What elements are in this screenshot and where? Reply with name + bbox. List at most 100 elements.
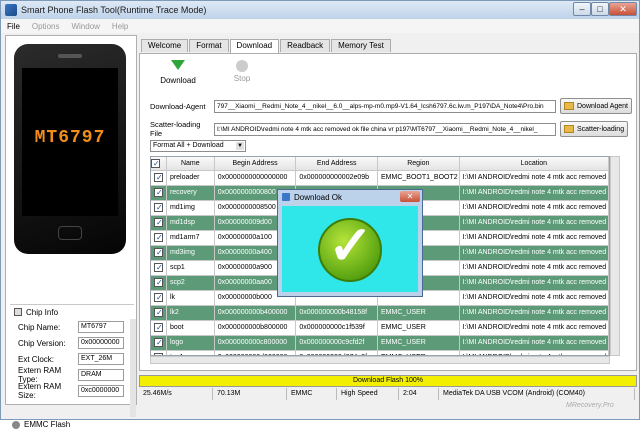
watermark: MRecovery.Pro <box>566 402 614 409</box>
cell-location[interactable]: I:\MI ANDROID\redmi note 4 mtk acc remov… <box>460 276 609 290</box>
tab-bar: Welcome Format Download Readback Memory … <box>141 39 392 53</box>
download-agent-button[interactable]: Download Agent <box>560 98 632 114</box>
table-horizontal-scrollbar[interactable] <box>150 356 610 364</box>
download-agent-field[interactable]: 797__Xiaomi__Redmi_Note_4__nikel__6.0__a… <box>214 99 556 113</box>
menu-window[interactable]: Window <box>65 22 105 31</box>
row-checkbox[interactable] <box>151 201 167 215</box>
cell-begin-address: 0x000000000b400000 <box>215 306 297 320</box>
row-checkbox[interactable] <box>151 276 167 290</box>
status-bar: 25.46M/s 70.13M EMMC High Speed 2:04 Med… <box>139 388 637 400</box>
row-checkbox[interactable] <box>151 336 167 350</box>
cell-region: EMMC_USER <box>378 306 460 320</box>
cell-begin-address: 0x0000000000000000 <box>215 171 297 185</box>
cell-region: EMMC_USER <box>378 336 460 350</box>
dialog-close-button[interactable]: ✕ <box>400 191 420 202</box>
cell-region: EMMC_BOOT1_BOOT2 <box>378 171 460 185</box>
checkmark-icon: ✓ <box>328 216 374 276</box>
cell-location[interactable]: I:\MI ANDROID\redmi note 4 mtk acc remov… <box>460 261 609 275</box>
chip-info-panel: Chip Info Chip Name: MT6797 Chip Version: 0… <box>10 304 136 417</box>
col-name[interactable]: Name <box>167 157 215 170</box>
chip-info-value: 0xc0000000 <box>78 385 124 397</box>
status-storage: EMMC <box>287 388 337 400</box>
cell-name: md1img <box>167 201 215 215</box>
row-checkbox[interactable] <box>151 231 167 245</box>
download-button-label: Download <box>160 76 196 85</box>
cell-location[interactable]: I:\MI ANDROID\redmi note 4 mtk acc remov… <box>460 321 609 335</box>
row-checkbox[interactable] <box>151 171 167 185</box>
download-arrow-icon <box>171 60 185 70</box>
cell-location[interactable]: I:\MI ANDROID\redmi note 4 mtk acc remov… <box>460 291 609 305</box>
cell-location[interactable]: I:\MI ANDROID\redmi note 4 mtk acc remov… <box>460 231 609 245</box>
dialog-app-icon <box>282 193 290 201</box>
menu-file[interactable]: File <box>1 22 26 31</box>
maximize-button[interactable]: □ <box>591 2 609 16</box>
row-checkbox[interactable] <box>151 291 167 305</box>
status-usb-speed: High Speed <box>337 388 399 400</box>
cell-begin-address: 0x000000000b800000 <box>215 321 297 335</box>
table-vertical-scrollbar[interactable] <box>610 156 620 356</box>
chip-info-scrollbar[interactable] <box>130 319 136 417</box>
title-bar: Smart Phone Flash Tool(Runtime Trace Mod… <box>1 1 639 19</box>
row-checkbox[interactable] <box>151 246 167 260</box>
cell-location[interactable]: I:\MI ANDROID\redmi note 4 mtk acc remov… <box>460 186 609 200</box>
tab-download[interactable]: Download <box>229 39 280 53</box>
close-button[interactable]: ✕ <box>609 2 637 16</box>
mode-select[interactable]: Format All + Download ▼ <box>150 140 246 152</box>
chip-info-row: Chip Version: 0x00000000 <box>10 335 134 351</box>
chip-info-value: DRAM <box>78 369 124 381</box>
download-agent-label: Download-Agent <box>150 101 206 111</box>
stop-icon <box>236 60 248 72</box>
phone-panel: MT6797 Chip Info Chip Name: MT6797 Chip Ve… <box>5 35 137 429</box>
cell-location[interactable]: I:\MI ANDROID\redmi note 4 mtk acc remov… <box>460 336 609 350</box>
menu-help[interactable]: Help <box>106 22 134 31</box>
cell-location[interactable]: I:\MI ANDROID\redmi note 4 mtk acc remov… <box>460 246 609 260</box>
row-checkbox[interactable] <box>151 306 167 320</box>
minimize-button[interactable]: – <box>573 2 591 16</box>
scatter-button[interactable]: Scatter-loading <box>560 121 629 137</box>
download-button[interactable]: Download <box>154 60 202 85</box>
cell-end-address: 0x000000000b48158f <box>296 306 379 320</box>
cell-location[interactable]: I:\MI ANDROID\redmi note 4 mtk acc remov… <box>460 171 609 185</box>
cell-name: logo <box>167 336 215 350</box>
select-all-checkbox[interactable] <box>151 157 167 170</box>
tab-memory-test[interactable]: Memory Test <box>331 39 391 52</box>
col-end-address[interactable]: End Address <box>296 157 379 170</box>
chip-info-label: Chip Name: <box>18 322 61 332</box>
chip-info-title: Chip Info <box>26 307 59 317</box>
table-row[interactable]: preloader0x00000000000000000x00000000000… <box>151 171 609 186</box>
cell-location[interactable]: I:\MI ANDROID\redmi note 4 mtk acc remov… <box>460 306 609 320</box>
chip-info-label: Ext Clock: <box>18 354 55 364</box>
table-row[interactable]: boot0x000000000b8000000x000000000c1f539f… <box>151 321 609 336</box>
chip-info-label: Chip Version: <box>18 338 66 348</box>
phone-home-button <box>58 226 82 240</box>
row-checkbox[interactable] <box>151 261 167 275</box>
mode-select-value: Format All + Download <box>153 142 224 149</box>
cell-name: md3img <box>167 246 215 260</box>
col-region[interactable]: Region <box>378 157 460 170</box>
table-header: Name Begin Address End Address Region Lo… <box>151 157 609 171</box>
tab-welcome[interactable]: Welcome <box>141 39 189 52</box>
cell-name: md1arm7 <box>167 231 215 245</box>
cell-name: scp1 <box>167 261 215 275</box>
cell-location[interactable]: I:\MI ANDROID\redmi note 4 mtk acc remov… <box>460 216 609 230</box>
tab-format[interactable]: Format <box>189 39 229 52</box>
row-checkbox[interactable] <box>151 216 167 230</box>
dialog-body: ✓ <box>282 206 418 292</box>
row-checkbox[interactable] <box>151 321 167 335</box>
chip-info-header: Chip Info <box>10 305 134 319</box>
tab-readback[interactable]: Readback <box>280 39 331 52</box>
row-checkbox[interactable] <box>151 186 167 200</box>
scatter-field[interactable]: I:\MI ANDROID\redmi note 4 mtk acc remov… <box>214 122 556 136</box>
table-row[interactable]: logo0x000000000c8000000x000000000c9cfd2f… <box>151 336 609 351</box>
chip-info-value: MT6797 <box>78 321 124 333</box>
chip-info-value: 0x00000000 <box>78 337 124 349</box>
scatter-label: Scatter-loading File <box>150 120 201 138</box>
cell-location[interactable]: I:\MI ANDROID\redmi note 4 mtk acc remov… <box>460 201 609 215</box>
menu-options[interactable]: Options <box>26 22 66 31</box>
table-row[interactable]: lk20x000000000b4000000x000000000b48158fE… <box>151 306 609 321</box>
stop-button[interactable]: Stop <box>218 60 266 83</box>
col-location[interactable]: Location <box>460 157 609 170</box>
chip-info-row: Ext Clock: EXT_26M <box>10 351 134 367</box>
storage-label: EMMC Flash <box>12 420 70 429</box>
col-begin-address[interactable]: Begin Address <box>215 157 297 170</box>
